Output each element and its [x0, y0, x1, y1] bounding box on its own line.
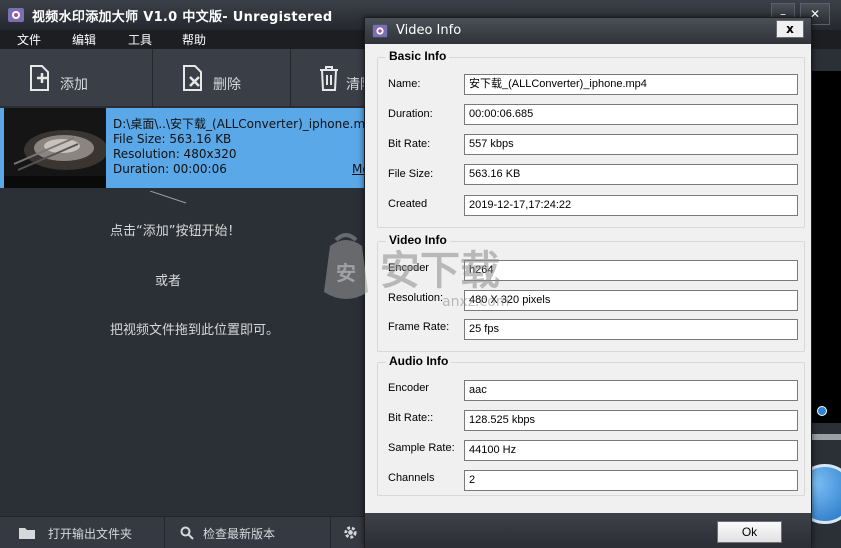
duration-field[interactable]: 00:00:06.685 — [464, 104, 798, 125]
add-file-icon — [30, 65, 49, 91]
delete-file-icon — [183, 65, 202, 91]
divider-line — [150, 191, 187, 204]
name-label: Name: — [388, 78, 421, 90]
channels-field[interactable]: 2 — [464, 470, 798, 491]
audio-bitrate-field[interactable]: 128.525 kbps — [464, 410, 798, 431]
video-info-dialog: Video Info x Basic Info Name: 安下载_(ALLCo… — [364, 17, 812, 548]
resolution-field[interactable]: 480 X 320 pixels — [464, 290, 798, 311]
drop-hint-line3: 把视频文件拖到此位置即可。 — [110, 323, 280, 338]
filesize-label: File Size: — [388, 168, 434, 180]
menu-edit[interactable]: 编辑 — [72, 31, 96, 48]
app-icon — [8, 8, 24, 22]
samplerate-field[interactable]: 44100 Hz — [464, 440, 798, 461]
file-path: D:\桌面\..\安下载_(ALLConverter)_iphone.mp4 — [113, 117, 381, 131]
drop-hint-line1: 点击“添加”按钮开始！ — [110, 224, 241, 239]
drop-hint-line2: 或者 — [155, 274, 182, 289]
bitrate-label: Bit Rate: — [388, 138, 431, 150]
ok-button[interactable]: Ok — [717, 521, 782, 543]
video-thumbnail — [4, 108, 106, 188]
dialog-title: Video Info — [396, 23, 462, 38]
audio-encoder-label: Encoder — [388, 382, 429, 394]
menu-tools[interactable]: 工具 — [128, 31, 152, 48]
dialog-close-button[interactable]: x — [776, 20, 804, 38]
trash-icon — [320, 66, 338, 91]
audio-bitrate-label: Bit Rate:: — [388, 412, 434, 424]
video-info-group: Video Info Encoder h264 Resolution: 480 … — [377, 233, 805, 352]
statusbar-divider — [164, 517, 165, 548]
folder-icon — [19, 528, 35, 539]
gear-icon[interactable] — [343, 525, 358, 540]
samplerate-label: Sample Rate: — [388, 442, 455, 454]
audio-encoder-field[interactable]: aac — [464, 380, 798, 401]
filesize-field[interactable]: 563.16 KB — [464, 164, 798, 185]
audio-info-legend: Audio Info — [386, 354, 452, 368]
add-label: 添加 — [60, 77, 88, 93]
file-size: File Size: 563.16 KB — [113, 132, 232, 146]
created-label: Created — [388, 198, 428, 210]
video-info-legend: Video Info — [386, 233, 450, 247]
file-duration: Duration: 00:00:06 — [113, 162, 227, 176]
preview-panel-edge — [795, 49, 841, 548]
delete-button[interactable]: 删除 — [153, 49, 290, 107]
video-encoder-field[interactable]: h264 — [464, 260, 798, 281]
statusbar-divider — [330, 517, 331, 548]
framerate-label: Frame Rate: — [388, 321, 450, 333]
dialog-app-icon — [372, 24, 388, 38]
basic-info-legend: Basic Info — [386, 49, 450, 63]
resolution-label: Resolution: — [388, 292, 444, 304]
slider-knob[interactable] — [817, 406, 827, 416]
menu-file[interactable]: 文件 — [17, 31, 41, 48]
duration-label: Duration: — [388, 108, 433, 120]
video-encoder-label: Encoder — [388, 262, 429, 274]
drop-area[interactable]: 点击“添加”按钮开始！ 或者 把视频文件拖到此位置即可。 — [0, 189, 365, 516]
created-field[interactable]: 2019-12-17,17:24:22 — [464, 195, 798, 216]
audio-info-group: Audio Info Encoder aac Bit Rate:: 128.52… — [377, 354, 805, 496]
clear-button[interactable]: 清除 — [291, 49, 371, 107]
file-meta: D:\桌面\..\安下载_(ALLConverter)_iphone.mp4 F… — [113, 117, 380, 177]
preview-area — [811, 71, 841, 423]
add-button[interactable]: 添加 — [0, 49, 152, 107]
basic-info-group: Basic Info Name: 安下载_(ALLConverter)_ipho… — [377, 49, 805, 228]
bitrate-field[interactable]: 557 kbps — [464, 134, 798, 155]
dialog-footer: Ok — [365, 513, 811, 548]
channels-label: Channels — [388, 472, 435, 484]
menu-help[interactable]: 帮助 — [182, 31, 206, 48]
dialog-titlebar: Video Info x — [365, 18, 811, 44]
check-update-button[interactable]: 检查最新版本 — [203, 525, 275, 542]
dialog-body: Basic Info Name: 安下载_(ALLConverter)_ipho… — [371, 44, 805, 513]
slider-track[interactable] — [811, 434, 841, 440]
file-list-item[interactable]: D:\桌面\..\安下载_(ALLConverter)_iphone.mp4 F… — [0, 108, 382, 188]
framerate-field[interactable]: 25 fps — [464, 319, 798, 340]
name-field[interactable]: 安下载_(ALLConverter)_iphone.mp4 — [464, 74, 798, 95]
search-icon — [180, 526, 194, 540]
file-resolution: Resolution: 480x320 — [113, 147, 237, 161]
window-title: 视频水印添加大师 V1.0 中文版- Unregistered — [32, 10, 333, 25]
open-output-folder-button[interactable]: 打开输出文件夹 — [48, 525, 132, 542]
statusbar: 打开输出文件夹 检查最新版本 — [0, 516, 365, 548]
delete-label: 删除 — [213, 77, 241, 93]
